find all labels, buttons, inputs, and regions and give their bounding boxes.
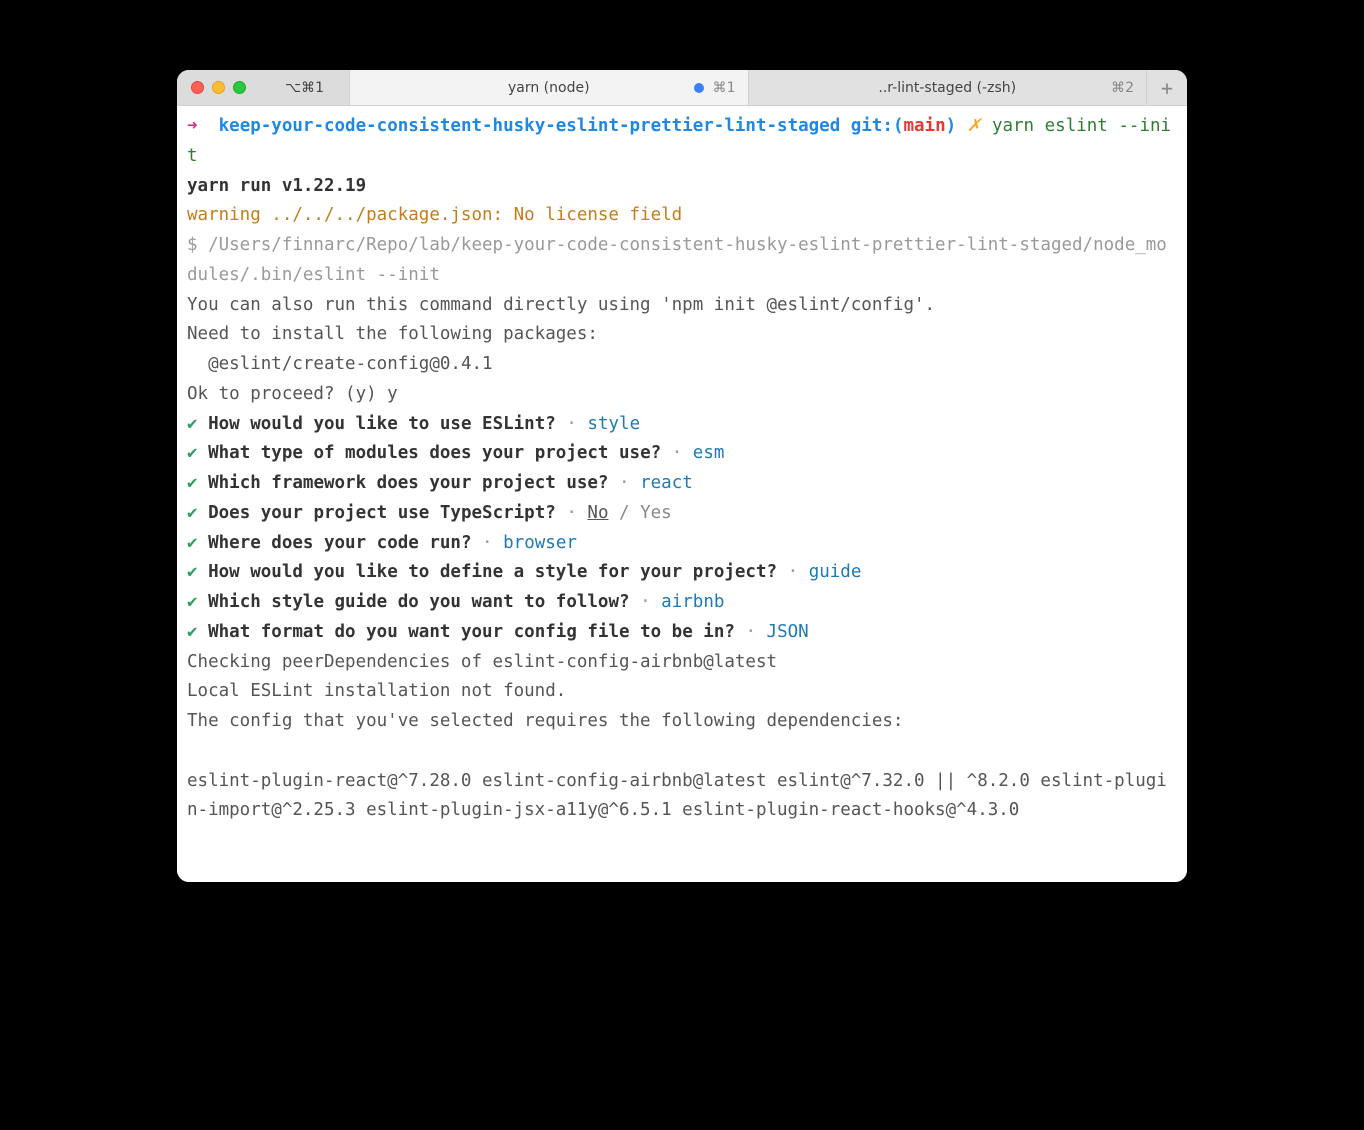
check-icon: ✔	[187, 503, 198, 523]
terminal-body[interactable]: ➜ keep-your-code-consistent-husky-eslint…	[177, 106, 1187, 882]
check-icon: ✔	[187, 443, 198, 463]
output-line: Checking peerDependencies of eslint-conf…	[187, 648, 1177, 678]
question-text: What type of modules does your project u…	[208, 443, 661, 463]
answer-text: esm	[693, 443, 725, 463]
separator: ·	[788, 562, 799, 582]
question-text: Which style guide do you want to follow?	[208, 592, 629, 612]
tab-shortcut: ⌘2	[1111, 80, 1134, 96]
eslint-question-line: ✔ What type of modules does your project…	[187, 439, 1177, 469]
check-icon: ✔	[187, 473, 198, 493]
check-icon: ✔	[187, 562, 198, 582]
question-text: Does your project use TypeScript?	[208, 503, 556, 523]
git-paren-close: )	[946, 116, 957, 136]
output-line: @eslint/create-config@0.4.1	[187, 354, 493, 374]
output-line: You can also run this command directly u…	[187, 295, 935, 315]
question-text: What format do you want your config file…	[208, 622, 735, 642]
output-line: warning ../../../package.json: No licens…	[187, 205, 682, 225]
eslint-question-line: ✔ Where does your code run? · browser	[187, 529, 1177, 559]
answer-text: style	[587, 414, 640, 434]
tab-shortcut-label: ⌥⌘1	[285, 80, 324, 96]
window-controls	[177, 70, 260, 105]
separator: ·	[619, 473, 630, 493]
answer-text: airbnb	[661, 592, 724, 612]
separator: ·	[640, 592, 651, 612]
answer-text: JSON	[767, 622, 809, 642]
prompt-cwd: keep-your-code-consistent-husky-eslint-p…	[219, 116, 841, 136]
eslint-question-line: ✔ Does your project use TypeScript? · No…	[187, 499, 1177, 529]
output-tail: Checking peerDependencies of eslint-conf…	[187, 648, 1177, 827]
question-text: Where does your code run?	[208, 533, 471, 553]
titlebar: ⌥⌘1 yarn (node) ⌘1 ..r-lint-staged (-zsh…	[177, 70, 1187, 106]
check-icon: ✔	[187, 533, 198, 553]
output-line: Need to install the following packages:	[187, 324, 598, 344]
answer-yes: / Yes	[609, 503, 672, 523]
question-text: Which framework does your project use?	[208, 473, 608, 493]
output-line: $ /Users/finnarc/Repo/lab/keep-your-code…	[187, 235, 1167, 285]
git-label: git:(	[851, 116, 904, 136]
tab-zsh[interactable]: ..r-lint-staged (-zsh) ⌘2	[749, 70, 1148, 105]
answer-text: guide	[809, 562, 862, 582]
answer-text: react	[640, 473, 693, 493]
question-text: How would you like to use ESLint?	[208, 414, 556, 434]
git-branch: main	[903, 116, 945, 136]
eslint-question-line: ✔ Which framework does your project use?…	[187, 469, 1177, 499]
check-icon: ✔	[187, 414, 198, 434]
prompt-arrow-icon: ➜	[187, 116, 198, 136]
eslint-question-line: ✔ How would you like to use ESLint? · st…	[187, 410, 1177, 440]
output-line: yarn run v1.22.19	[187, 176, 366, 196]
question-text: How would you like to define a style for…	[208, 562, 777, 582]
output-line: Ok to proceed? (y) y	[187, 384, 398, 404]
activity-indicator-icon	[694, 83, 704, 93]
tab-shortcut-indicator[interactable]: ⌥⌘1	[260, 70, 350, 105]
separator: ·	[566, 414, 577, 434]
eslint-question-line: ✔ What format do you want your config fi…	[187, 618, 1177, 648]
check-icon: ✔	[187, 592, 198, 612]
tab-yarn[interactable]: yarn (node) ⌘1	[350, 70, 749, 105]
check-icon: ✔	[187, 622, 198, 642]
tab-label: yarn (node)	[508, 80, 590, 96]
git-dirty-icon: ✗	[967, 116, 982, 136]
answer-text: browser	[503, 533, 577, 553]
eslint-question-line: ✔ How would you like to define a style f…	[187, 558, 1177, 588]
close-icon[interactable]	[191, 81, 204, 94]
eslint-questions: ✔ How would you like to use ESLint? · st…	[187, 410, 1177, 648]
maximize-icon[interactable]	[233, 81, 246, 94]
separator: ·	[745, 622, 756, 642]
plus-icon: +	[1161, 76, 1173, 100]
tab-shortcut: ⌘1	[713, 80, 736, 96]
minimize-icon[interactable]	[212, 81, 225, 94]
output-line: Local ESLint installation not found.	[187, 677, 1177, 707]
answer-no: No	[587, 503, 608, 523]
eslint-question-line: ✔ Which style guide do you want to follo…	[187, 588, 1177, 618]
output-line	[187, 737, 1177, 767]
separator: ·	[482, 533, 493, 553]
tab-label: ..r-lint-staged (-zsh)	[878, 80, 1016, 96]
separator: ·	[566, 503, 577, 523]
terminal-window: ⌥⌘1 yarn (node) ⌘1 ..r-lint-staged (-zsh…	[177, 70, 1187, 882]
output-line: eslint-plugin-react@^7.28.0 eslint-confi…	[187, 767, 1177, 827]
separator: ·	[672, 443, 683, 463]
new-tab-button[interactable]: +	[1147, 70, 1187, 105]
output-line: The config that you've selected requires…	[187, 707, 1177, 737]
